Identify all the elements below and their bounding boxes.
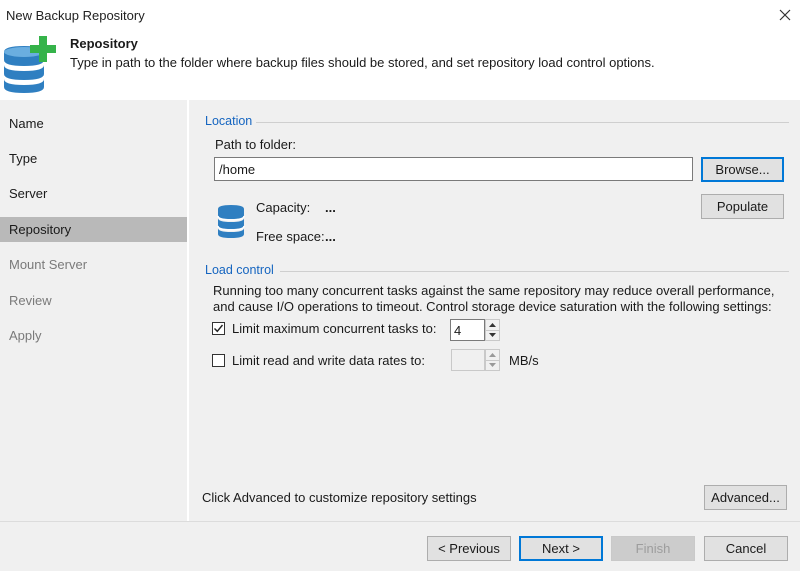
database-add-icon xyxy=(2,36,58,94)
load-control-description-line1: Running too many concurrent tasks agains… xyxy=(213,283,775,298)
section-divider xyxy=(256,122,789,123)
arrow-up-icon xyxy=(489,322,496,327)
path-label: Path to folder: xyxy=(215,137,296,152)
limit-rate-spinner xyxy=(485,349,500,371)
close-button[interactable] xyxy=(770,2,800,28)
limit-rate-spin-down[interactable] xyxy=(485,360,500,371)
sidebar-item-repository[interactable]: Repository xyxy=(0,217,187,242)
path-input[interactable] xyxy=(214,157,693,181)
close-icon xyxy=(779,9,791,21)
limit-tasks-checkbox[interactable] xyxy=(212,322,225,335)
rate-unit-label: MB/s xyxy=(509,353,539,368)
sidebar-item-review: Review xyxy=(9,293,52,308)
arrow-down-icon xyxy=(489,333,496,338)
previous-button[interactable]: < Previous xyxy=(427,536,511,561)
sidebar-item-mount-server: Mount Server xyxy=(9,257,88,272)
capacity-label: Capacity: xyxy=(256,200,311,215)
finish-button: Finish xyxy=(611,536,695,561)
section-divider xyxy=(280,271,789,272)
sidebar-item-type[interactable]: Type xyxy=(0,146,187,171)
browse-button[interactable]: Browse... xyxy=(701,157,784,182)
load-control-section-title: Load control xyxy=(205,263,274,277)
database-icon xyxy=(216,203,246,239)
sidebar-item-server[interactable]: Server xyxy=(0,181,187,206)
next-button[interactable]: Next > xyxy=(519,536,603,561)
limit-rate-checkbox[interactable] xyxy=(212,354,225,367)
limit-rate-spin-up[interactable] xyxy=(485,349,500,361)
wizard-sidebar: Name Type Server Repository Mount Server… xyxy=(0,100,187,521)
limit-tasks-spin-down[interactable] xyxy=(485,330,500,341)
checkmark-icon xyxy=(214,324,224,333)
capacity-value: ... xyxy=(325,200,336,215)
limit-tasks-label: Limit maximum concurrent tasks to: xyxy=(232,321,437,336)
limit-rate-label: Limit read and write data rates to: xyxy=(232,353,425,368)
sidebar-item-name[interactable]: Name xyxy=(0,111,187,136)
page-title: Repository xyxy=(70,36,138,51)
limit-rate-input[interactable] xyxy=(451,349,485,371)
limit-tasks-input[interactable] xyxy=(450,319,485,341)
advanced-button[interactable]: Advanced... xyxy=(704,485,787,510)
page-description: Type in path to the folder where backup … xyxy=(70,55,655,70)
free-space-label: Free space: xyxy=(256,229,325,244)
window-title: New Backup Repository xyxy=(6,8,145,23)
cancel-button[interactable]: Cancel xyxy=(704,536,788,561)
arrow-down-icon xyxy=(489,363,496,368)
location-section-title: Location xyxy=(205,114,253,128)
load-control-description-line2: and cause I/O operations to timeout. Con… xyxy=(213,299,772,314)
free-space-value: ... xyxy=(325,229,336,244)
populate-button[interactable]: Populate xyxy=(701,194,784,219)
sidebar-item-apply: Apply xyxy=(9,328,42,343)
limit-tasks-spin-up[interactable] xyxy=(485,319,500,331)
limit-tasks-spinner xyxy=(485,319,500,341)
advanced-hint: Click Advanced to customize repository s… xyxy=(202,490,477,505)
arrow-up-icon xyxy=(489,352,496,357)
